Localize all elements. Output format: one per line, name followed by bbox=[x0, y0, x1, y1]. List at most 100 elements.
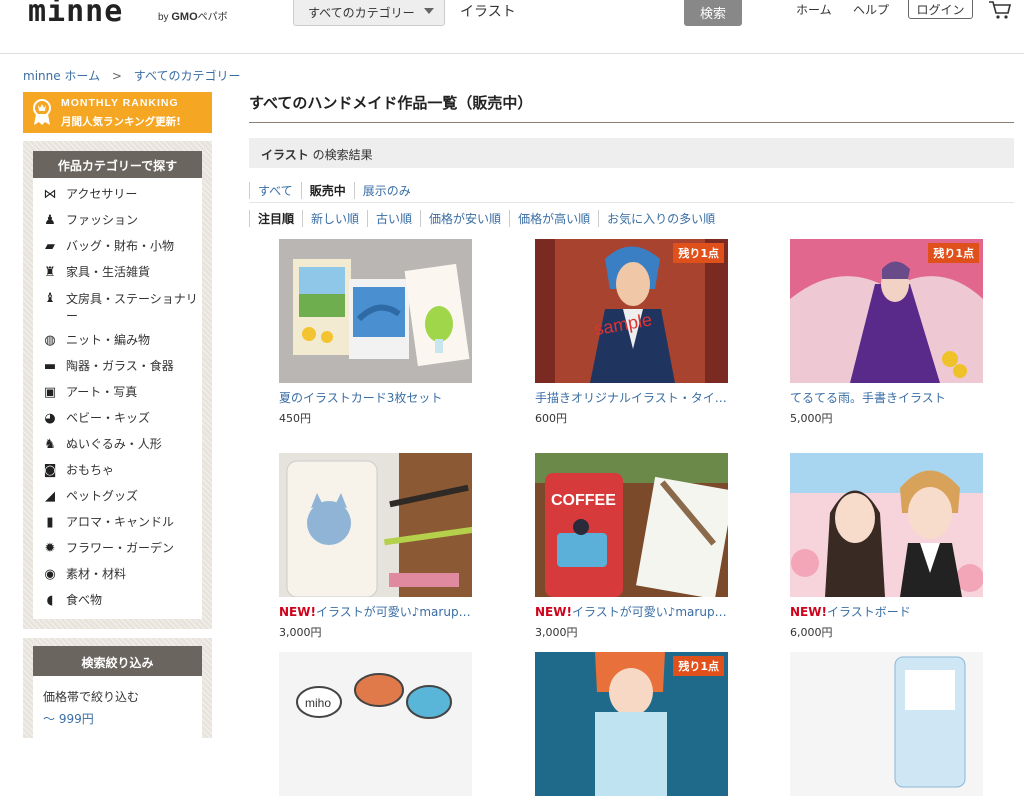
product-image[interactable]: miho bbox=[279, 652, 472, 796]
category-item[interactable]: ▮ アロマ・キャンドル bbox=[41, 515, 201, 541]
monthly-ranking-banner[interactable]: MONTHLY RANKING 月間人気ランキング更新! bbox=[23, 92, 212, 133]
sort-most-favorited[interactable]: お気に入りの多い順 bbox=[598, 210, 723, 227]
bowtie-icon: ⋈ bbox=[43, 187, 57, 202]
category-panel: 作品カテゴリーで探す ⋈ アクセサリー ♟ ファッション ▰ バッグ・財布・小物 ♜ 家… bbox=[23, 141, 212, 629]
sort-price-low[interactable]: 価格が安い順 bbox=[420, 210, 509, 227]
filter-panel-title: 検索絞り込み bbox=[33, 646, 202, 676]
bread-icon: ◖ bbox=[46, 593, 54, 608]
category-label: 素材・材料 bbox=[66, 567, 127, 581]
category-label: ペットグッズ bbox=[66, 489, 139, 503]
product-title[interactable]: 夏のイラストカード3枚セット bbox=[279, 389, 474, 406]
category-select-value: すべてのカテゴリー bbox=[308, 6, 415, 20]
product-title-text: 手描きオリジナルイラスト・タイ… bbox=[535, 391, 727, 405]
sort-oldest[interactable]: 古い順 bbox=[367, 210, 420, 227]
site-logo[interactable]: minne bbox=[28, 0, 123, 29]
sort-newest[interactable]: 新しい順 bbox=[302, 210, 367, 227]
cat-icon: ◢ bbox=[45, 489, 55, 504]
category-item[interactable]: ▬ 陶器・ガラス・食器 bbox=[41, 359, 201, 385]
stock-badge: 残り1点 bbox=[673, 243, 724, 263]
stock-badge: 残り1点 bbox=[673, 656, 724, 676]
category-item[interactable]: ✹ フラワー・ガーデン bbox=[41, 541, 201, 567]
product-image[interactable]: 残り1点 bbox=[790, 239, 983, 383]
product-image[interactable] bbox=[790, 453, 983, 597]
robot-icon: ◙ bbox=[43, 463, 57, 478]
product-title[interactable]: 手描きオリジナルイラスト・タイ… bbox=[535, 389, 730, 406]
category-item[interactable]: ▰ バッグ・財布・小物 bbox=[41, 239, 201, 265]
ranking-subtitle: 月間人気ランキング更新! bbox=[61, 116, 181, 128]
product-image[interactable]: COFFEE bbox=[535, 453, 728, 597]
product-title[interactable]: NEW!イラストボード bbox=[790, 603, 985, 620]
category-item[interactable]: ⋈ アクセサリー bbox=[41, 187, 201, 213]
divider bbox=[249, 202, 1014, 203]
nav-help-link[interactable]: ヘルプ bbox=[853, 1, 889, 18]
new-label: NEW! bbox=[790, 605, 827, 619]
product-price: 3,000円 bbox=[279, 626, 322, 639]
chair-icon: ♜ bbox=[44, 265, 56, 280]
flower-icon: ✹ bbox=[44, 541, 56, 556]
category-label: 陶器・ガラス・食器 bbox=[66, 359, 174, 373]
byline-brand: GMO bbox=[171, 11, 198, 23]
category-item[interactable]: ◙ おもちゃ bbox=[41, 463, 201, 489]
category-select[interactable]: すべてのカテゴリー bbox=[293, 0, 445, 26]
product-image[interactable] bbox=[279, 239, 472, 383]
byline-suffix: ペパボ bbox=[197, 12, 228, 23]
product-title[interactable]: てるてる雨。手書きイラスト bbox=[790, 389, 985, 406]
sort-tabs: 注目順 新しい順 古い順 価格が安い順 価格が高い順 お気に入りの多い順 bbox=[249, 210, 723, 227]
ink-bottle-icon: ♝ bbox=[44, 291, 56, 306]
filter-panel: 検索絞り込み 価格帯で絞り込む 〜 999円 bbox=[23, 638, 212, 738]
category-item[interactable]: ◉ 素材・材料 bbox=[41, 567, 201, 593]
category-label: おもちゃ bbox=[66, 463, 115, 477]
cart-icon[interactable] bbox=[988, 0, 1012, 20]
svg-text:COFFEE: COFFEE bbox=[551, 492, 616, 509]
dress-icon: ♟ bbox=[44, 213, 56, 228]
product-image[interactable] bbox=[279, 453, 472, 597]
product-price: 5,000円 bbox=[790, 412, 833, 425]
breadcrumb-home[interactable]: minne ホーム bbox=[23, 69, 100, 83]
category-list: ⋈ アクセサリー ♟ ファッション ▰ バッグ・財布・小物 ♜ 家具・生活雑貨 ♝ 文房具… bbox=[41, 187, 201, 619]
category-label: 文房具・ステーショナリー bbox=[66, 292, 198, 323]
category-item[interactable]: ◕ ベビー・キッズ bbox=[41, 411, 201, 437]
result-keyword: イラスト bbox=[261, 148, 309, 162]
bear-icon: ♞ bbox=[44, 437, 56, 452]
product-title[interactable]: NEW!イラストが可愛い♪marupo… bbox=[279, 603, 474, 620]
search-button[interactable]: 検索 bbox=[684, 0, 742, 26]
category-item[interactable]: ▣ アート・写真 bbox=[41, 385, 201, 411]
product-title-text: イラストボード bbox=[826, 605, 911, 619]
yarn-icon: ◍ bbox=[44, 333, 56, 348]
category-label: ベビー・キッズ bbox=[66, 411, 151, 425]
category-label: フラワー・ガーデン bbox=[66, 541, 175, 555]
category-item[interactable]: ♟ ファッション bbox=[41, 213, 201, 239]
product-title-text: イラストが可愛い♪marupo… bbox=[315, 605, 474, 619]
frame-icon: ▣ bbox=[43, 385, 57, 400]
category-item[interactable]: ◢ ペットグッズ bbox=[41, 489, 201, 515]
product-image[interactable] bbox=[790, 652, 983, 796]
price-range-link[interactable]: 〜 999円 bbox=[43, 710, 94, 727]
product-title-text: 夏のイラストカード3枚セット bbox=[279, 391, 443, 405]
product-image[interactable]: sample 残り1点 bbox=[535, 239, 728, 383]
search-input[interactable] bbox=[448, 0, 678, 26]
category-label: アロマ・キャンドル bbox=[66, 515, 175, 529]
breadcrumb-current[interactable]: すべてのカテゴリー bbox=[134, 69, 241, 83]
byline: by GMOペパボ bbox=[158, 8, 228, 23]
tab-on-sale[interactable]: 販売中 bbox=[300, 182, 354, 199]
sort-price-high[interactable]: 価格が高い順 bbox=[509, 210, 598, 227]
category-item[interactable]: ♝ 文房具・ステーショナリー bbox=[41, 291, 201, 333]
category-label: 食べ物 bbox=[66, 593, 103, 607]
category-label: ニット・編み物 bbox=[66, 333, 151, 347]
stock-badge: 残り1点 bbox=[928, 243, 979, 263]
nav-home-link[interactable]: ホーム bbox=[796, 1, 832, 18]
sort-featured[interactable]: 注目順 bbox=[249, 210, 302, 227]
tab-all[interactable]: すべて bbox=[249, 182, 301, 199]
category-item[interactable]: ♞ ぬいぐるみ・人形 bbox=[41, 437, 201, 463]
category-item[interactable]: ◖ 食べ物 bbox=[41, 593, 201, 619]
product-title[interactable]: NEW!イラストが可愛い♪marupo… bbox=[535, 603, 730, 620]
tab-exhibit-only[interactable]: 展示のみ bbox=[353, 182, 419, 199]
category-item[interactable]: ◍ ニット・編み物 bbox=[41, 333, 201, 359]
category-label: 家具・生活雑貨 bbox=[66, 265, 151, 279]
login-button[interactable]: ログイン bbox=[908, 0, 973, 19]
search-result-bar: イラスト の検索結果 bbox=[249, 138, 1014, 168]
new-label: NEW! bbox=[279, 605, 316, 619]
product-image[interactable]: 残り1点 bbox=[535, 652, 728, 796]
category-item[interactable]: ♜ 家具・生活雑貨 bbox=[41, 265, 201, 291]
svg-text:miho: miho bbox=[305, 696, 331, 710]
